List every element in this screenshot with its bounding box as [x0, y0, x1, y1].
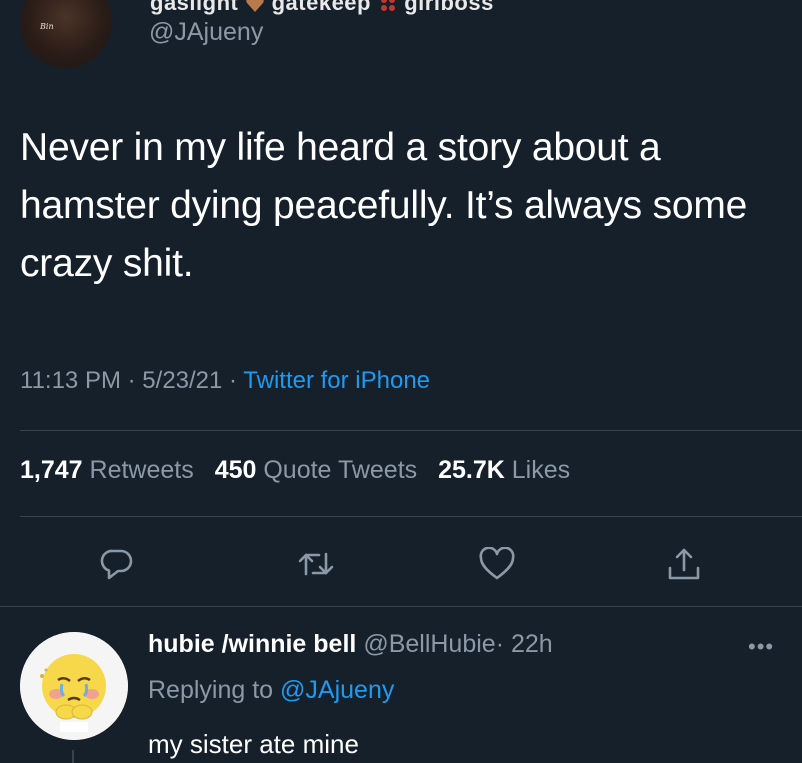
- retweet-button[interactable]: [294, 542, 338, 586]
- tweet-text: Never in my life heard a story about a h…: [20, 126, 748, 285]
- reply-text: my sister ate mine: [148, 729, 359, 759]
- reply-separator: ·: [495, 630, 505, 658]
- retweets-stat[interactable]: 1,747 Retweets: [20, 456, 194, 484]
- likes-stat[interactable]: 25.7K Likes: [438, 456, 570, 484]
- replying-to-mention[interactable]: @JAjueny: [280, 676, 394, 704]
- reply-author-handle[interactable]: @BellHubie: [363, 630, 495, 658]
- meta-separator: ·: [127, 367, 136, 394]
- author-handle[interactable]: @JAjueny: [149, 18, 263, 47]
- share-icon: [668, 548, 700, 580]
- reply-time[interactable]: 22h: [511, 630, 553, 658]
- display-name-part-1: gaslight: [150, 0, 239, 15]
- reply-author-name[interactable]: hubie /winnie bell: [148, 630, 356, 658]
- tweet-time[interactable]: 11:13 PM: [20, 367, 121, 394]
- retweet-icon: [298, 552, 334, 576]
- tweet-source-link[interactable]: Twitter for iPhone: [243, 367, 430, 394]
- reply-header: hubie /winnie bell @BellHubie· 22h: [148, 630, 553, 659]
- quotes-stat[interactable]: 450 Quote Tweets: [215, 456, 417, 484]
- avatar-signature: Bin: [40, 22, 54, 31]
- thread-connector: [72, 750, 74, 763]
- replying-prefix: Replying to: [148, 676, 274, 704]
- like-icon: [479, 547, 515, 580]
- tweet-stats: 1,747 Retweets 450 Quote Tweets 25.7K Li…: [20, 456, 570, 485]
- reply-author-avatar[interactable]: [20, 632, 128, 740]
- quotes-label: Quote Tweets: [263, 456, 418, 484]
- reply-icon: [100, 549, 133, 580]
- retweets-count: 1,747: [20, 456, 83, 484]
- red-sparkle-icon: [378, 0, 398, 14]
- tweet-metadata: 11:13 PM · 5/23/21 · Twitter for iPhone: [20, 367, 430, 395]
- more-button[interactable]: •••: [748, 634, 774, 660]
- replying-to: Replying to @JAjueny: [148, 676, 394, 705]
- author-avatar[interactable]: Bin: [20, 0, 112, 68]
- brown-heart-icon: [245, 0, 265, 14]
- quotes-count: 450: [214, 456, 257, 484]
- likes-count: 25.7K: [438, 456, 505, 484]
- retweets-label: Retweets: [89, 456, 194, 484]
- tweet-divider: [0, 606, 802, 607]
- display-name-part-2: gatekeep: [271, 0, 371, 15]
- meta-separator: ·: [229, 367, 238, 394]
- likes-label: Likes: [511, 456, 571, 484]
- tweet-date[interactable]: 5/23/21: [142, 367, 222, 394]
- share-button[interactable]: [662, 542, 706, 586]
- crying-emoji-icon: [20, 632, 128, 740]
- reply-button[interactable]: [95, 542, 139, 586]
- like-button[interactable]: [475, 542, 519, 586]
- display-name-part-3: girlboss: [404, 0, 494, 15]
- divider: [20, 516, 802, 517]
- author-display-name[interactable]: gaslight gatekeep girlboss: [150, 0, 494, 16]
- divider: [20, 430, 802, 431]
- more-icon: •••: [748, 634, 775, 659]
